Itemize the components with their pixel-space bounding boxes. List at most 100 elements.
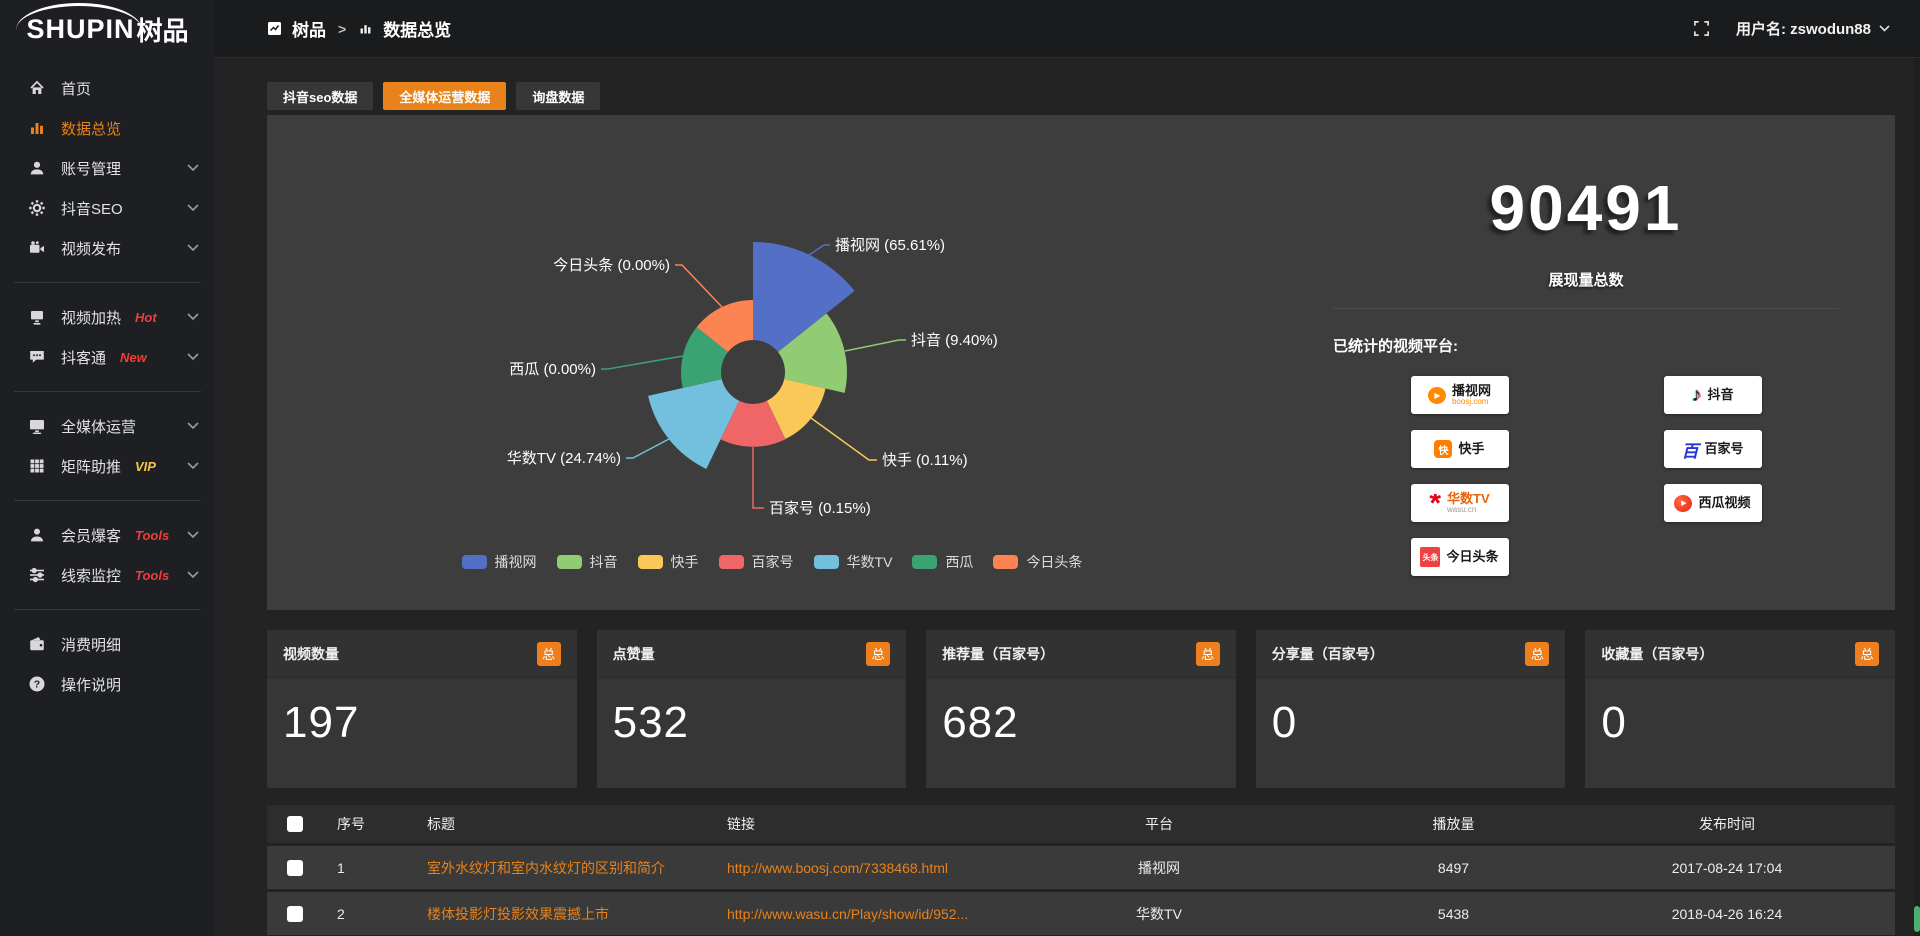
breadcrumb-root[interactable]: 树品 (292, 16, 326, 41)
sidebar-item-badge: Tools (135, 528, 169, 543)
chart-panel: 播视网 (65.61%)抖音 (9.40%)快手 (0.11%)百家号 (0.1… (267, 115, 1895, 610)
pie-label-line (626, 439, 669, 458)
legend-item-今日头条[interactable]: 今日头条 (993, 552, 1082, 572)
breadcrumb-current: 数据总览 (383, 16, 451, 41)
legend-item-抖音[interactable]: 抖音 (557, 552, 618, 572)
pie-label-line (811, 418, 877, 460)
platforms-column: ♪抖音百百家号▶西瓜视频 (1586, 376, 1839, 576)
sidebar-item-数据总览[interactable]: 数据总览 (0, 108, 215, 148)
stat-card-header: 点赞量 总 (597, 630, 907, 678)
chevron-down-icon (1879, 25, 1890, 32)
sidebar-item-label: 数据总览 (61, 118, 121, 139)
cell-title[interactable]: 室外水纹灯和室内水纹灯的区别和简介 (412, 858, 712, 878)
pie-label: 西瓜 (0.00%) (509, 361, 596, 378)
pie-label-line (809, 245, 830, 255)
sidebar-item-矩阵助推[interactable]: 矩阵助推 VIP (0, 446, 215, 486)
sidebar-divider (14, 609, 201, 610)
sidebar-item-badge: VIP (135, 459, 156, 474)
gear-icon (28, 199, 46, 217)
pie-label: 快手 (0.11%) (882, 452, 968, 469)
pie-slice-华数TV[interactable] (648, 379, 739, 469)
sidebar-item-抖客通[interactable]: 抖客通New (0, 337, 215, 377)
stat-card-分享量（百家号）: 分享量（百家号） 总 0 (1256, 630, 1566, 788)
legend-label: 今日头条 (1026, 552, 1082, 572)
sidebar-nav: 首页数据总览账号管理抖音SEO视频发布视频加热Hot抖客通New全媒体运营矩阵助… (0, 58, 215, 704)
heat-icon (28, 308, 46, 326)
legend-label: 快手 (671, 552, 699, 572)
tab-全媒体运营数据[interactable]: 全媒体运营数据 (383, 82, 506, 110)
page-scrollbar[interactable] (1914, 58, 1920, 936)
total-impressions-caption: 展现量总数 (1333, 269, 1839, 290)
legend-label: 抖音 (590, 552, 618, 572)
platform-domain: wasu.cn (1447, 506, 1476, 515)
tab-抖音seo数据[interactable]: 抖音seo数据 (267, 82, 373, 110)
chevron-down-icon (187, 353, 199, 361)
row-checkbox[interactable] (287, 906, 303, 922)
legend-item-快手[interactable]: 快手 (638, 552, 699, 572)
cell-link[interactable]: http://www.wasu.cn/Play/show/id/952... (712, 906, 1012, 922)
user-icon (28, 159, 46, 177)
sidebar-item-全媒体运营[interactable]: 全媒体运营 (0, 406, 215, 446)
sidebar-item-视频发布[interactable]: 视频发布 (0, 228, 215, 268)
cell-platform: 播视网 (1012, 858, 1306, 878)
sidebar-item-账号管理[interactable]: 账号管理 (0, 148, 215, 188)
table-row: 1 室外水纹灯和室内水纹灯的区别和简介 http://www.boosj.com… (267, 846, 1895, 889)
sidebar-item-操作说明[interactable]: ?操作说明 (0, 664, 215, 704)
pie-label-line (675, 265, 722, 307)
sidebar-item-label: 矩阵助推 (61, 456, 121, 477)
legend-swatch (638, 555, 663, 569)
help-icon: ? (28, 675, 46, 693)
stat-card-点赞量: 点赞量 总 532 (597, 630, 907, 788)
tab-询盘数据[interactable]: 询盘数据 (516, 82, 600, 110)
col-header: 播放量 (1306, 814, 1601, 834)
breadcrumb-root-icon (267, 21, 282, 36)
legend-swatch (462, 555, 487, 569)
legend-item-华数TV[interactable]: 华数TV (814, 552, 893, 572)
select-all-checkbox[interactable] (287, 816, 303, 832)
sidebar-item-首页[interactable]: 首页 (0, 68, 215, 108)
fullscreen-icon[interactable] (1693, 20, 1710, 37)
cell-link[interactable]: http://www.boosj.com/7338468.html (712, 860, 1012, 876)
sidebar: SHUPIN 树品 首页数据总览账号管理抖音SEO视频发布视频加热Hot抖客通N… (0, 0, 215, 936)
main-content: 抖音seo数据全媒体运营数据询盘数据 播视网 (65.61%)抖音 (9.40%… (215, 58, 1920, 936)
chevron-down-icon (187, 531, 199, 539)
platform-badge-百家号: 百百家号 (1664, 430, 1762, 468)
sidebar-item-线索监控[interactable]: 线索监控Tools (0, 555, 215, 595)
publish-icon (28, 239, 46, 257)
scrollbar-thumb[interactable] (1914, 906, 1920, 932)
stat-card-title: 推荐量（百家号） (942, 644, 1054, 664)
sidebar-item-抖音SEO[interactable]: 抖音SEO (0, 188, 215, 228)
table-header-row: 序号 标题 链接 平台 播放量 发布时间 (267, 805, 1895, 843)
col-header: 链接 (712, 814, 1012, 834)
row-checkbox[interactable] (287, 860, 303, 876)
sidebar-item-label: 首页 (61, 78, 91, 99)
total-impressions-value: 90491 (1333, 173, 1839, 243)
platform-badge-西瓜视频: ▶西瓜视频 (1664, 484, 1762, 522)
sidebar-item-会员爆客[interactable]: 会员爆客Tools (0, 515, 215, 555)
legend-item-播视网[interactable]: 播视网 (462, 552, 537, 572)
pie-label: 抖音 (9.40%) (911, 332, 998, 349)
table-row: 2 楼体投影灯投影效果震撼上市 http://www.wasu.cn/Play/… (267, 892, 1895, 935)
platform-badge-播视网: ▶播视网boosj.com (1411, 376, 1509, 414)
sidebar-item-消费明细[interactable]: 消费明细 (0, 624, 215, 664)
stat-card-value: 197 (267, 678, 577, 748)
legend-item-西瓜[interactable]: 西瓜 (912, 552, 973, 572)
platform-name: 播视网 (1452, 384, 1491, 398)
legend-item-百家号[interactable]: 百家号 (719, 552, 794, 572)
total-badge: 总 (537, 642, 561, 666)
summary-zone: 90491 展现量总数 已统计的视频平台: ▶播视网boosj.com快快手*华… (1277, 115, 1895, 610)
cell-title[interactable]: 楼体投影灯投影效果震撼上市 (412, 904, 712, 924)
pie-label-line (601, 356, 683, 369)
user-menu[interactable]: 用户名: zswodun88 (1736, 18, 1890, 39)
platforms-column: ▶播视网boosj.com快快手*华数TVwasu.cn头条今日头条 (1333, 376, 1586, 576)
total-badge: 总 (1855, 642, 1879, 666)
platform-name: 百家号 (1704, 442, 1743, 456)
toutiao-logo-icon: 头条 (1420, 547, 1440, 567)
platform-domain: boosj.com (1452, 398, 1488, 407)
stat-card-推荐量（百家号）: 推荐量（百家号） 总 682 (926, 630, 1236, 788)
stat-card-title: 分享量（百家号） (1272, 644, 1384, 664)
grid-icon (28, 457, 46, 475)
app-logo[interactable]: SHUPIN 树品 (0, 0, 215, 58)
sidebar-item-视频加热[interactable]: 视频加热Hot (0, 297, 215, 337)
stat-card-视频数量: 视频数量 总 197 (267, 630, 577, 788)
